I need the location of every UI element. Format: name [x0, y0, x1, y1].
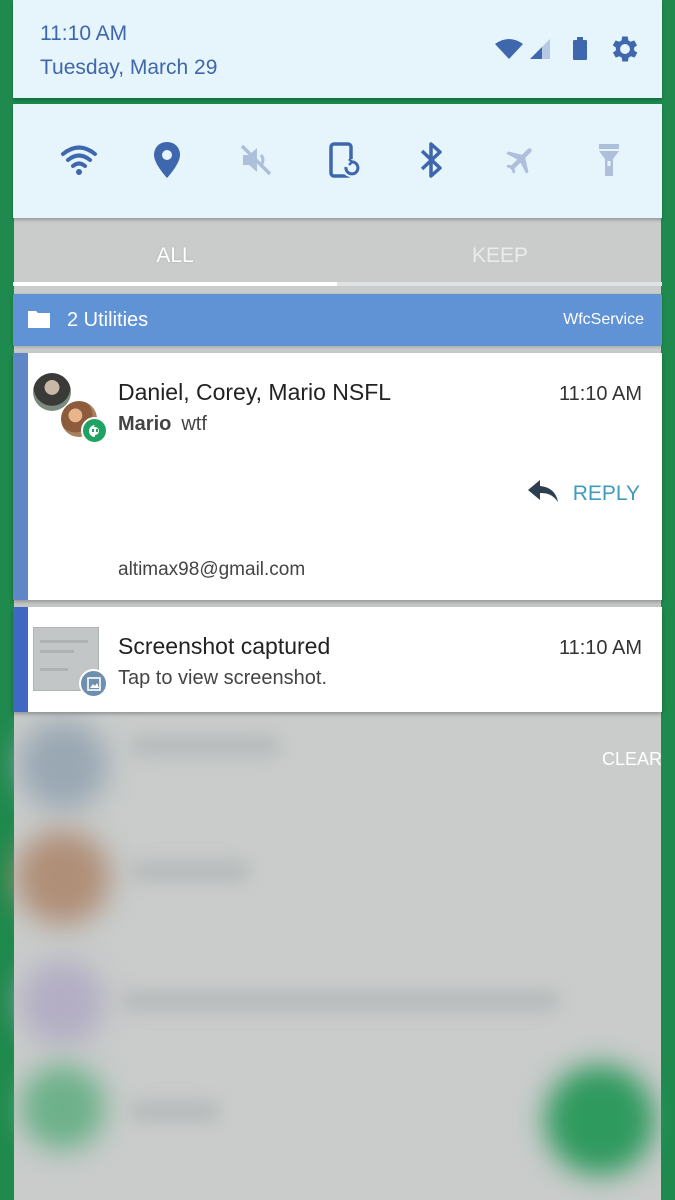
wifi-signal-icon [494, 38, 524, 65]
notification-card-screenshot[interactable]: Screenshot captured 11:10 AM Tap to view… [13, 607, 662, 712]
notification-time: 11:10 AM [558, 383, 642, 405]
notification-group-header[interactable]: 2 Utilities WfcService [13, 294, 662, 346]
folder-icon [27, 309, 51, 334]
clear-all-button[interactable]: CLEAR [602, 749, 662, 770]
flashlight-toggle[interactable] [589, 142, 629, 182]
notification-time: 11:10 AM [558, 637, 642, 659]
quick-settings-panel [13, 104, 662, 218]
notification-stripe [13, 607, 28, 712]
status-header: 11:10 AM Tuesday, March 29 [13, 0, 662, 98]
image-icon [79, 669, 108, 698]
group-title: 2 Utilities [67, 309, 149, 331]
battery-icon [572, 37, 588, 66]
wifi-toggle[interactable] [59, 142, 99, 182]
tab-all[interactable]: ALL [13, 244, 337, 268]
bluetooth-toggle[interactable] [412, 141, 452, 184]
cell-signal-icon [528, 38, 552, 65]
settings-gear-icon[interactable] [608, 32, 642, 71]
tab-keep[interactable]: KEEP [338, 244, 662, 268]
account-email: altimax98@gmail.com [118, 559, 306, 580]
notification-tabs: ALL KEEP [13, 236, 662, 288]
reply-icon [527, 478, 559, 510]
sound-toggle[interactable] [236, 142, 276, 182]
airplane-mode-toggle[interactable] [501, 142, 541, 182]
notification-stripe [13, 353, 28, 600]
airplane-icon [503, 142, 539, 183]
hangouts-icon [81, 417, 108, 444]
clock-time: 11:10 AM [40, 22, 128, 45]
notification-message: Tap to view screenshot. [118, 667, 327, 689]
tab-indicator [13, 282, 337, 286]
notification-card-hangouts[interactable]: Daniel, Corey, Mario NSFL 11:10 AM Mario… [13, 353, 662, 600]
location-pin-icon [153, 141, 181, 184]
message-text: wtf [181, 413, 207, 435]
date-label: Tuesday, March 29 [40, 56, 218, 79]
notification-title: Daniel, Corey, Mario NSFL [118, 379, 392, 405]
reply-button[interactable]: REPLY [527, 478, 640, 510]
rotate-icon [327, 141, 361, 184]
bluetooth-icon [419, 141, 445, 184]
group-source: WfcService [563, 311, 644, 328]
message-sender: Mario [118, 413, 172, 435]
location-toggle[interactable] [147, 141, 187, 184]
wifi-icon [60, 144, 98, 181]
tab-track [337, 282, 662, 286]
auto-rotate-toggle[interactable] [324, 141, 364, 184]
notification-title: Screenshot captured [118, 633, 331, 659]
notification-message: Mario wtf [118, 413, 207, 436]
volume-muted-icon [239, 143, 273, 182]
reply-label: REPLY [572, 482, 640, 505]
flashlight-icon [597, 142, 621, 183]
